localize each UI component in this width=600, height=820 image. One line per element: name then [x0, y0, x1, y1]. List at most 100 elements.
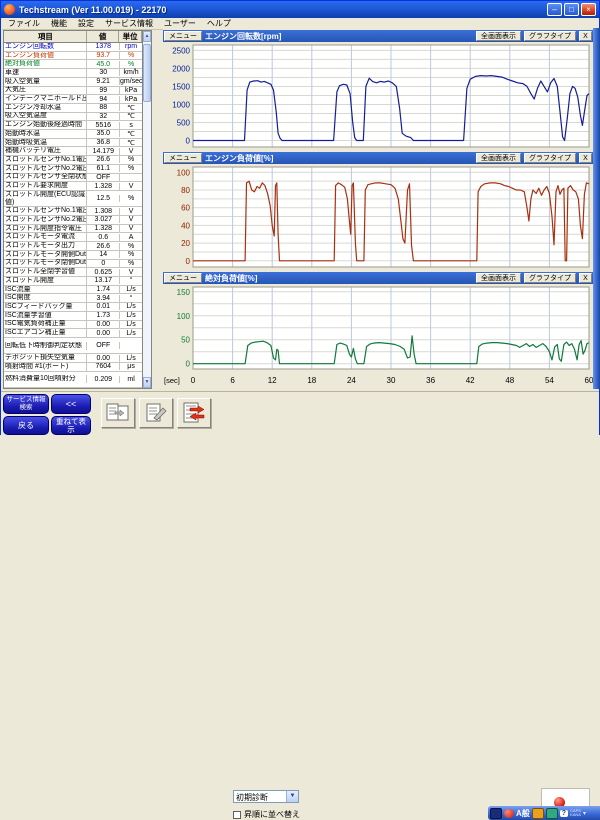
checkbox-label: 昇順に並べ替え: [244, 809, 300, 820]
sort-ascending-checkbox[interactable]: 昇順に並べ替え: [233, 809, 300, 820]
table-row[interactable]: ISCフィードバック量0.01L/s: [4, 303, 142, 312]
table-row[interactable]: スロットルモータ出力26.6%: [4, 242, 142, 251]
table-row[interactable]: スロットルセンサ全閉状態OFF: [4, 174, 142, 183]
table-row[interactable]: 始動時水温35.0℃: [4, 130, 142, 139]
parameter-name: スロットルセンサNo.2電圧: [4, 216, 87, 224]
menu-item[interactable]: 機能: [51, 18, 67, 29]
fullscreen-button[interactable]: 全画面表示: [476, 273, 521, 283]
table-row[interactable]: エンジン回転数1378rpm: [4, 43, 142, 52]
table-row[interactable]: スロットル開度13.17°: [4, 277, 142, 286]
tools-icon[interactable]: [546, 808, 558, 819]
table-row[interactable]: 車速30km/h: [4, 69, 142, 78]
graph-type-button[interactable]: グラフタイプ: [524, 153, 576, 163]
table-row[interactable]: エンジン冷却水温88℃: [4, 104, 142, 113]
parameter-name: ISC流量: [4, 286, 87, 294]
list-sync-button[interactable]: [177, 398, 211, 428]
table-row[interactable]: 補機バッテリ電圧14.179V: [4, 147, 142, 156]
table-row[interactable]: スロットル要求開度1.328V: [4, 182, 142, 191]
chart-close-button[interactable]: X: [579, 273, 592, 283]
scroll-down-icon[interactable]: ▼: [143, 377, 151, 388]
table-row[interactable]: スロットルモータ電流0.6A: [4, 233, 142, 242]
table-row[interactable]: ISC流量1.74L/s: [4, 286, 142, 295]
dictionary-icon[interactable]: [532, 808, 544, 819]
close-button[interactable]: ×: [581, 3, 596, 16]
graph-type-button[interactable]: グラフタイプ: [524, 31, 576, 41]
table-row[interactable]: 吸入空気量9.21gm/sec: [4, 78, 142, 87]
svg-text:0: 0: [186, 137, 191, 146]
chart-panel-load: メニュー エンジン負荷値[%] 全画面表示 グラフタイプ X 020406080…: [163, 152, 593, 271]
chart-area-scrollbar[interactable]: [593, 28, 600, 389]
table-row[interactable]: デポジット損失空気量0.00L/s: [4, 354, 142, 363]
svg-text:2000: 2000: [172, 64, 190, 73]
document-edit-button[interactable]: [139, 398, 173, 428]
table-row[interactable]: スロットルモータ開側Duty比14%: [4, 251, 142, 260]
table-row[interactable]: 大気圧99kPa: [4, 87, 142, 96]
table-scrollbar[interactable]: ▲ ▼: [142, 31, 151, 388]
parameter-value: 45.0: [87, 61, 120, 68]
table-row[interactable]: スロットル開度指令電圧1.328V: [4, 225, 142, 234]
table-row[interactable]: エンジン負荷値93.7%: [4, 52, 142, 61]
table-row[interactable]: 始動時吸気温36.8℃: [4, 139, 142, 148]
svg-text:42: 42: [466, 376, 475, 385]
checkbox-icon[interactable]: [233, 811, 241, 819]
chart-close-button[interactable]: X: [579, 153, 592, 163]
table-row[interactable]: スロットルセンサNo.2電圧比61.1%: [4, 165, 142, 174]
table-row[interactable]: スロットル全閉学習値0.625V: [4, 268, 142, 277]
table-row[interactable]: スロットルセンサNo.1電圧1.308V: [4, 207, 142, 216]
ime-logo-icon[interactable]: [504, 809, 514, 818]
table-row[interactable]: 吸入空気温度32℃: [4, 113, 142, 122]
parameter-value: 0.625: [87, 269, 120, 276]
help-icon[interactable]: ?: [560, 810, 568, 817]
chart-menu-button[interactable]: メニュー: [164, 153, 202, 163]
parameter-name: スロットル全閉学習値: [4, 268, 87, 276]
scroll-up-icon[interactable]: ▲: [143, 31, 151, 42]
parameter-value: 1.328: [87, 225, 120, 232]
svg-text:0: 0: [191, 376, 196, 385]
ime-chevron-icon[interactable]: ▾: [583, 810, 586, 817]
table-row[interactable]: エンジン始動後経過時間5516s: [4, 121, 142, 130]
parameter-name: スロットル開度指令電圧: [4, 225, 87, 233]
table-row[interactable]: 燃料消費量10回噴射分0.209ml: [4, 372, 142, 388]
table-row[interactable]: スロットルセンサNo.2電圧3.027V: [4, 216, 142, 225]
table-row[interactable]: スロットル開度(ECU認識値)12.5%: [4, 191, 142, 207]
table-row[interactable]: スロットルモータ閉側Duty比0%: [4, 260, 142, 269]
table-row[interactable]: ISC流量学習値1.73L/s: [4, 312, 142, 321]
menu-item[interactable]: サービス情報: [105, 18, 153, 29]
maximize-button[interactable]: □: [564, 3, 579, 16]
chart-menu-button[interactable]: メニュー: [164, 273, 202, 283]
graph-type-button[interactable]: グラフタイプ: [524, 273, 576, 283]
fullscreen-button[interactable]: 全画面表示: [476, 31, 521, 41]
parameter-unit: ℃: [120, 112, 142, 120]
svg-text:12: 12: [268, 376, 277, 385]
table-row[interactable]: ISC電気負荷補正量0.00L/s: [4, 321, 142, 330]
collapse-button[interactable]: <<: [51, 394, 91, 414]
list-compare-button[interactable]: [101, 398, 135, 428]
table-row[interactable]: スロットルセンサNo.1電圧比26.6%: [4, 156, 142, 165]
menu-item[interactable]: ファイル: [8, 18, 40, 29]
service-info-search-button[interactable]: サービス情報検索: [3, 394, 49, 414]
table-row[interactable]: ISC開度3.94°: [4, 294, 142, 303]
back-button[interactable]: 戻る: [3, 416, 49, 435]
table-row[interactable]: 絶対負荷値45.0%: [4, 60, 142, 69]
menu-item[interactable]: 設定: [78, 18, 94, 29]
parameter-unit: %: [120, 165, 142, 172]
chart-close-button[interactable]: X: [579, 31, 592, 41]
parameter-unit: μs: [120, 363, 142, 370]
diagnosis-mode-dropdown[interactable]: 初期診断 ▼: [233, 790, 299, 803]
keyboard-icon[interactable]: [490, 808, 502, 819]
ime-toolbar[interactable]: A般 ? CAPS KANA ▾: [488, 806, 600, 820]
ime-mode[interactable]: A般: [516, 808, 530, 819]
chevron-down-icon[interactable]: ▼: [286, 791, 298, 802]
parameter-value: 36.8: [87, 139, 120, 146]
table-row[interactable]: 噴射時間 #1(ポート)7604μs: [4, 363, 142, 372]
table-row[interactable]: 回転低下時制御判定状態OFF: [4, 338, 142, 354]
scrollbar-thumb[interactable]: [143, 44, 151, 102]
table-row[interactable]: ISCエアコン補正量0.00L/s: [4, 329, 142, 338]
parameter-unit: %: [120, 156, 142, 163]
chart-menu-button[interactable]: メニュー: [164, 31, 202, 41]
overlay-display-button[interactable]: 重ねて表示: [51, 416, 91, 435]
table-row[interactable]: インテークマニホールド圧94kPa: [4, 95, 142, 104]
fullscreen-button[interactable]: 全画面表示: [476, 153, 521, 163]
parameter-value: 1.328: [87, 183, 120, 190]
minimize-button[interactable]: –: [547, 3, 562, 16]
